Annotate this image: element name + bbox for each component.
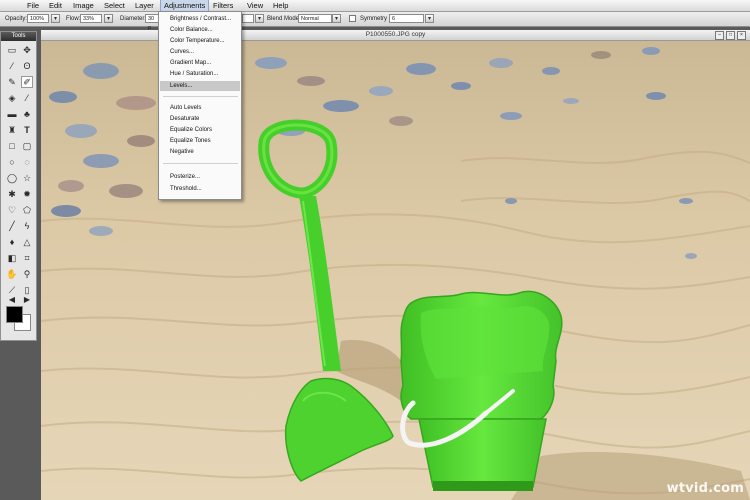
redo-arrow-icon[interactable]: ▶ xyxy=(21,294,33,306)
diameter-field-end[interactable] xyxy=(242,14,254,23)
menu-item-posterize[interactable]: Posterize... xyxy=(160,172,240,182)
document-title: P1000550.JPG copy xyxy=(41,30,750,41)
chevron-down-icon: ▾ xyxy=(106,16,110,22)
watermark-logo: wtvid.com xyxy=(666,481,744,496)
menu-separator xyxy=(163,96,238,97)
speech-bubble-tool-icon[interactable]: ◌ xyxy=(21,156,33,168)
ellipse-tool-icon[interactable]: ○ xyxy=(6,156,18,168)
foreground-color-swatch[interactable] xyxy=(6,306,23,323)
menu-item-color-balance[interactable]: Color Balance... xyxy=(160,25,240,35)
tools-panel: Tools ▭ ✥ ⁄ ʘ ✎ ✐ ◈ ⁄ ▬ ♣ ♜ T □ ▢ ○ ◌ ◯ … xyxy=(0,31,37,341)
menu-item-threshold[interactable]: Threshold... xyxy=(160,184,240,194)
menu-item-levels[interactable]: Levels... xyxy=(160,81,240,91)
menu-item-gradient-map[interactable]: Gradient Map... xyxy=(160,58,240,68)
blend-mode-select[interactable]: Normal xyxy=(298,14,332,23)
blend-mode-dropdown-button[interactable]: ▾ xyxy=(332,14,341,23)
symmetry-checkbox[interactable] xyxy=(349,15,356,22)
undo-arrow-icon[interactable]: ◀ xyxy=(6,294,18,306)
hand-tool-icon[interactable]: ✋ xyxy=(6,268,18,280)
symmetry-dropdown-button[interactable]: ▾ xyxy=(425,14,434,23)
menu-separator xyxy=(163,163,238,164)
clone-stamp-tool-icon[interactable]: ♣ xyxy=(21,108,33,120)
star-tool-icon[interactable]: ☆ xyxy=(21,172,33,184)
flow-label: Flow: xyxy=(66,16,81,22)
menu-layer[interactable]: Layer xyxy=(132,0,157,11)
flow-dropdown-button[interactable]: ▾ xyxy=(104,14,113,23)
menu-image[interactable]: Image xyxy=(70,0,97,11)
brush-tool-icon[interactable]: ✐ xyxy=(21,76,33,88)
gear-shape-tool-icon[interactable]: ✹ xyxy=(21,188,33,200)
document-window: P1000550.JPG copy – □ × wtvid.com xyxy=(41,30,750,500)
image-canvas[interactable]: wtvid.com xyxy=(41,41,750,500)
diameter-field[interactable]: 30 p xyxy=(145,14,159,31)
menu-item-equalize-colors[interactable]: Equalize Colors xyxy=(160,125,240,135)
symmetry-label: Symmetry xyxy=(360,16,387,22)
window-controls: – □ × xyxy=(713,31,746,40)
adjustments-dropdown-menu: Brightness / Contrast... Color Balance..… xyxy=(158,11,242,200)
crop-tool-icon[interactable]: ⌗ xyxy=(21,252,33,264)
menu-item-color-temperature[interactable]: Color Temperature... xyxy=(160,36,240,46)
maximize-icon[interactable]: □ xyxy=(726,31,735,40)
ellipse-outline-tool-icon[interactable]: ◯ xyxy=(6,172,18,184)
menu-item-negative[interactable]: Negative xyxy=(160,147,240,157)
menu-item-equalize-tones[interactable]: Equalize Tones xyxy=(160,136,240,146)
blend-mode-label: Blend Mode: xyxy=(267,16,301,22)
chevron-down-icon: ▾ xyxy=(334,16,338,22)
drop-tool-icon[interactable]: ♦ xyxy=(6,236,18,248)
rectangle-tool-icon[interactable]: □ xyxy=(6,140,18,152)
menu-item-hue-saturation[interactable]: Hue / Saturation... xyxy=(160,69,240,79)
menu-filters[interactable]: Filters xyxy=(210,0,236,11)
menu-item-curves[interactable]: Curves... xyxy=(160,47,240,57)
lasso-tool-icon[interactable]: ʘ xyxy=(21,60,33,72)
symmetry-field[interactable]: 6 xyxy=(389,14,424,23)
polygon-shape-tool-icon[interactable]: ⬠ xyxy=(21,204,33,216)
menu-view[interactable]: View xyxy=(244,0,266,11)
diameter-dropdown-button[interactable]: ▾ xyxy=(255,14,264,23)
stamp-tool-icon[interactable]: ♜ xyxy=(6,124,18,136)
chevron-down-icon: ▾ xyxy=(427,16,431,22)
eraser-tool-icon[interactable]: ◧ xyxy=(6,252,18,264)
chevron-down-icon: ▾ xyxy=(257,16,261,22)
chevron-down-icon: ▾ xyxy=(53,16,57,22)
options-bar: Opacity: 100% ▾ Flow: 33% ▾ Diameter: 30… xyxy=(0,12,750,31)
zoom-tool-icon[interactable]: ⚲ xyxy=(21,268,33,280)
rounded-rectangle-tool-icon[interactable]: ▢ xyxy=(21,140,33,152)
heart-shape-tool-icon[interactable]: ♡ xyxy=(6,204,18,216)
gradient-tool-icon[interactable]: ▬ xyxy=(6,108,18,120)
menu-item-brightness-contrast[interactable]: Brightness / Contrast... xyxy=(160,14,240,24)
color-picker-tool-icon[interactable]: ⁄ xyxy=(21,92,33,104)
menu-help[interactable]: Help xyxy=(270,0,291,11)
menu-select[interactable]: Select xyxy=(101,0,128,11)
menu-edit[interactable]: Edit xyxy=(46,0,65,11)
menu-bar: File Edit Image Select Layer Adjustments… xyxy=(0,0,750,12)
smudge-tool-icon[interactable]: ϟ xyxy=(21,220,33,232)
close-icon[interactable]: × xyxy=(737,31,746,40)
opacity-dropdown-button[interactable]: ▾ xyxy=(51,14,60,23)
burst-shape-tool-icon[interactable]: ✱ xyxy=(6,188,18,200)
menu-item-desaturate[interactable]: Desaturate xyxy=(160,114,240,124)
tools-panel-title: Tools xyxy=(1,32,36,41)
beach-photo xyxy=(41,41,750,500)
move-tool-icon[interactable]: ✥ xyxy=(21,44,33,56)
diameter-label: Diameter: xyxy=(120,16,147,22)
fill-tool-icon[interactable]: ◈ xyxy=(6,92,18,104)
sharpen-tool-icon[interactable]: △ xyxy=(21,236,33,248)
pencil-tool-icon[interactable]: ✎ xyxy=(6,76,18,88)
menu-file[interactable]: File xyxy=(24,0,42,11)
text-tool-icon[interactable]: T xyxy=(21,124,33,136)
menu-item-auto-levels[interactable]: Auto Levels xyxy=(160,103,240,113)
minimize-icon[interactable]: – xyxy=(715,31,724,40)
line-tool-icon[interactable]: ╱ xyxy=(6,220,18,232)
opacity-field[interactable]: 100% xyxy=(27,14,49,23)
flow-field[interactable]: 33% xyxy=(80,14,102,23)
magic-wand-tool-icon[interactable]: ⁄ xyxy=(6,60,18,72)
opacity-label: Opacity: xyxy=(5,16,28,22)
marquee-tool-icon[interactable]: ▭ xyxy=(6,44,18,56)
